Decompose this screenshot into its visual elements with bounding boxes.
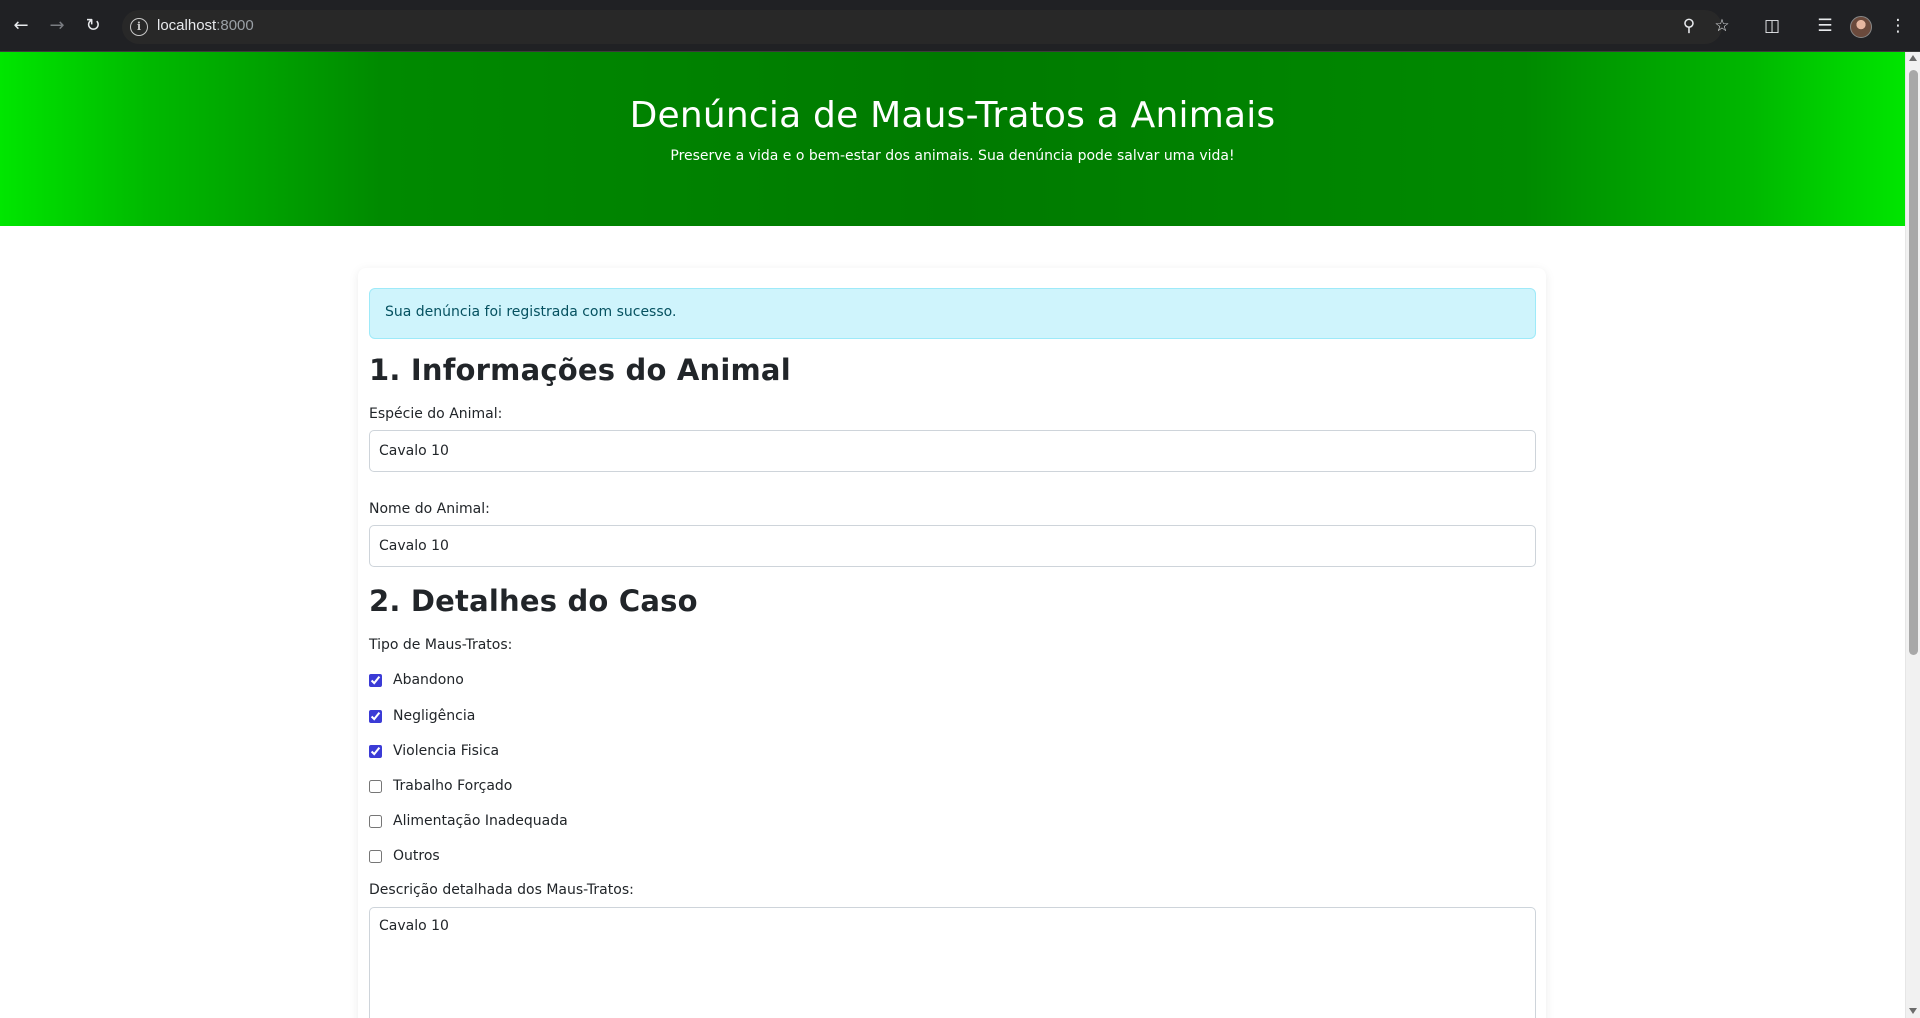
species-input[interactable]: [369, 430, 1536, 472]
negligencia-checkbox[interactable]: [369, 709, 382, 723]
abandono-label: Abandono: [393, 672, 464, 688]
media-controls-icon[interactable]: ☰: [1813, 14, 1837, 38]
violencia-fisica-checkbox[interactable]: [369, 744, 382, 758]
trabalho-forcado-checkbox[interactable]: [369, 779, 382, 793]
address-bar[interactable]: i localhost:8000: [122, 10, 1722, 44]
negligencia-label: Negligência: [393, 708, 476, 724]
trabalho-forcado-label: Trabalho Forçado: [393, 778, 513, 794]
description-textarea[interactable]: Cavalo 10: [369, 907, 1536, 1018]
browser-toolbar: ← → ↻ i localhost:8000 ⚲ ☆ ◫ ☰ ⋮: [0, 0, 1920, 52]
species-label: Espécie do Animal:: [369, 406, 503, 422]
forward-icon[interactable]: →: [45, 14, 69, 38]
description-label: Descrição detalhada dos Maus-Tratos:: [369, 882, 634, 898]
abuse-type-option-trabalho-forcado[interactable]: Trabalho Forçado: [369, 776, 512, 796]
profile-avatar[interactable]: [1850, 16, 1872, 38]
bookmark-star-icon[interactable]: ☆: [1710, 14, 1734, 38]
extensions-icon[interactable]: ◫: [1760, 14, 1784, 38]
abuse-type-option-abandono[interactable]: Abandono: [369, 670, 464, 690]
outros-checkbox[interactable]: [369, 849, 382, 863]
scrollbar-thumb[interactable]: [1909, 70, 1918, 655]
animal-name-input[interactable]: [369, 525, 1536, 567]
abuse-type-option-negligencia[interactable]: Negligência: [369, 706, 475, 726]
abandono-checkbox[interactable]: [369, 673, 382, 687]
back-icon[interactable]: ←: [9, 14, 33, 38]
outros-label: Outros: [393, 848, 440, 864]
abuse-type-option-outros[interactable]: Outros: [369, 846, 440, 866]
url-port: :8000: [216, 17, 254, 34]
menu-kebab-icon[interactable]: ⋮: [1886, 14, 1910, 38]
page-scrollbar[interactable]: [1905, 52, 1920, 1018]
page-subtitle: Preserve a vida e o bem-estar dos animai…: [670, 148, 1235, 164]
site-info-icon[interactable]: i: [130, 18, 148, 36]
violencia-fisica-label: Violencia Fisica: [393, 743, 500, 759]
url-text[interactable]: localhost:8000: [157, 17, 254, 34]
url-host: localhost: [157, 17, 217, 34]
alimentacao-inadequada-checkbox[interactable]: [369, 814, 382, 828]
abuse-type-option-violencia-fisica[interactable]: Violencia Fisica: [369, 741, 499, 761]
report-form-card: Sua denúncia foi registrada com sucesso.…: [358, 268, 1546, 1018]
section-case-details-title: 2. Detalhes do Caso: [369, 584, 698, 618]
alimentacao-inadequada-label: Alimentação Inadequada: [393, 813, 568, 829]
success-alert: Sua denúncia foi registrada com sucesso.: [369, 288, 1536, 339]
abuse-type-label: Tipo de Maus-Tratos:: [369, 637, 513, 653]
page-title: Denúncia de Maus-Tratos a Animais: [629, 95, 1276, 136]
zoom-icon[interactable]: ⚲: [1677, 14, 1701, 38]
success-alert-message: Sua denúncia foi registrada com sucesso.: [385, 304, 677, 320]
animal-name-label: Nome do Animal:: [369, 501, 490, 517]
scroll-up-arrow-icon[interactable]: [1909, 55, 1917, 61]
abuse-type-option-alimentacao-inadequada[interactable]: Alimentação Inadequada: [369, 811, 568, 831]
reload-icon[interactable]: ↻: [81, 14, 105, 38]
section-animal-info-title: 1. Informações do Animal: [369, 353, 791, 387]
page-header: Denúncia de Maus-Tratos a Animais Preser…: [0, 52, 1905, 226]
scroll-down-arrow-icon[interactable]: [1909, 1008, 1917, 1014]
